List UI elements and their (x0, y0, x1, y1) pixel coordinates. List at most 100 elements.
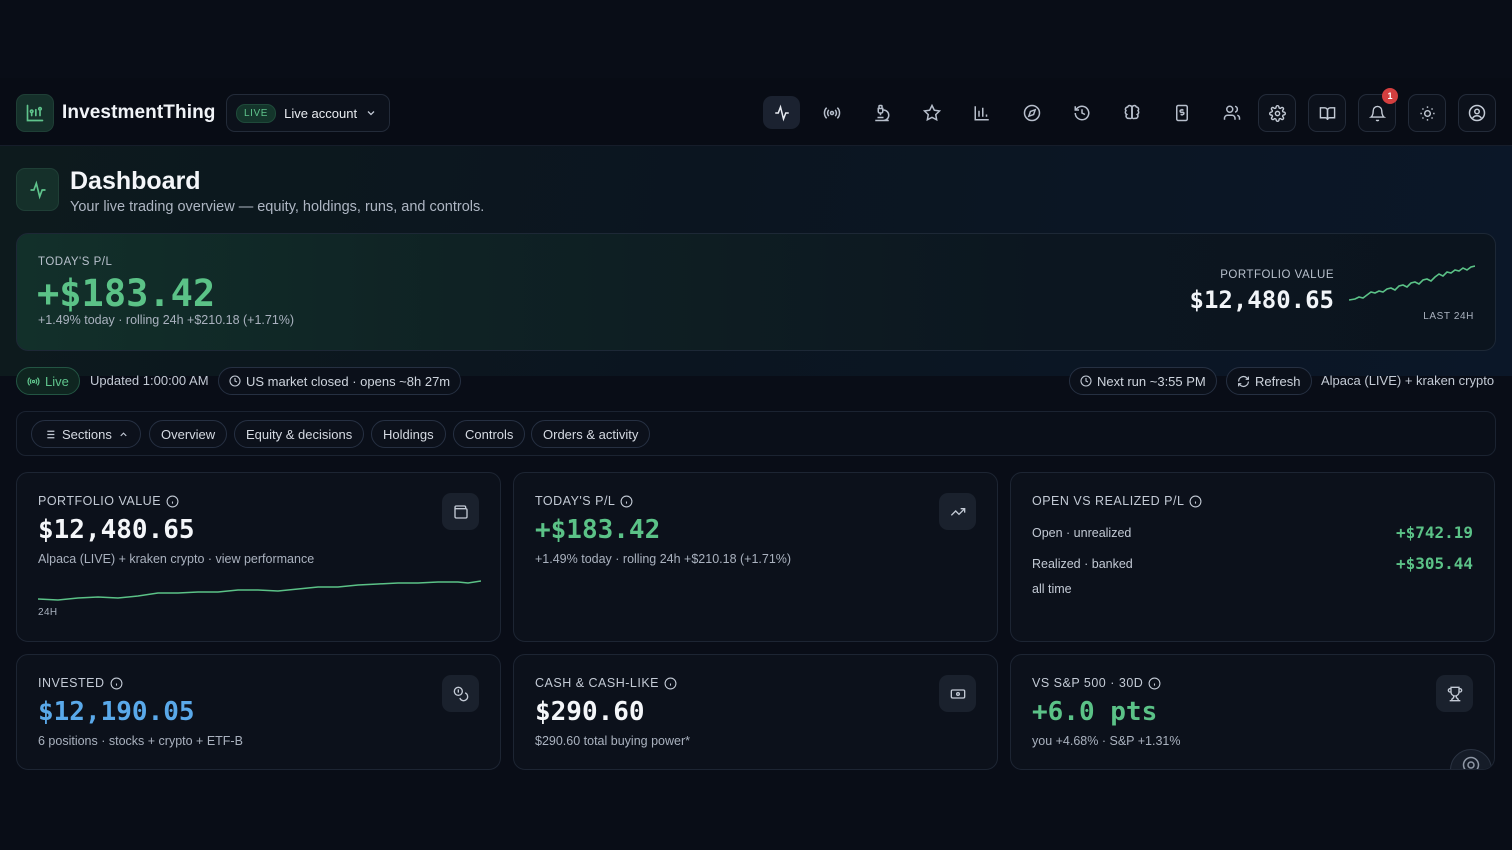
realized-banked-label: Realized · banked (1032, 557, 1133, 571)
bell-icon (1368, 105, 1386, 121)
notification-count-badge: 1 (1382, 88, 1398, 104)
account-label: Live account (284, 105, 358, 121)
section-link-holdings[interactable]: Holdings (371, 420, 446, 448)
profile-button[interactable] (1458, 94, 1496, 132)
card-label-text: TODAY'S P/L (535, 494, 616, 508)
sun-icon (1419, 105, 1435, 121)
activity-icon[interactable] (763, 96, 800, 129)
settings-button[interactable] (1258, 94, 1296, 132)
next-run-chip: Next run ~3:55 PM (1069, 367, 1217, 395)
info-icon[interactable] (110, 677, 123, 690)
star-icon[interactable] (913, 96, 950, 129)
info-icon[interactable] (664, 677, 677, 690)
portfolio-value-card[interactable]: PORTFOLIO VALUE $12,480.65 Alpaca (LIVE)… (16, 472, 501, 642)
app-name[interactable]: InvestmentThing (62, 102, 216, 124)
chevron-up-icon (120, 431, 127, 436)
portfolio-sparkline (1349, 265, 1475, 301)
account-switcher[interactable]: LIVE Live account (226, 94, 390, 132)
today-pl-subtext: +1.49% today · rolling 24h +$210.18 (+1.… (535, 552, 792, 566)
eye-icon (1462, 756, 1480, 769)
section-link-controls[interactable]: Controls (453, 420, 526, 448)
broadcast-icon[interactable] (813, 96, 850, 129)
users-icon[interactable] (1213, 96, 1250, 129)
open-unrealized-value: +$742.19 (1395, 523, 1473, 542)
vs-sp500-subtext: you +4.68% · S&P +1.31% (1032, 734, 1181, 748)
docs-button[interactable] (1308, 94, 1346, 132)
history-icon[interactable] (1063, 96, 1100, 129)
chevron-down-icon (365, 107, 377, 119)
info-icon[interactable] (1189, 495, 1202, 508)
activity-icon (30, 180, 45, 199)
card-label: VS S&P 500 · 30D (1032, 676, 1161, 690)
info-icon[interactable] (166, 495, 179, 508)
next-run-label: Next run ~3:55 PM (1097, 373, 1206, 389)
section-link-equity-decisions[interactable]: Equity & decisions (234, 420, 365, 448)
broker-label: Alpaca (LIVE) + kraken crypto (1321, 373, 1495, 388)
live-status-label: Live (45, 373, 69, 389)
today-pl-card[interactable]: TODAY'S P/L +$183.42 +1.49% today · roll… (513, 472, 998, 642)
card-label-text: INVESTED (38, 676, 105, 690)
cash-subtext: $290.60 total buying power* (535, 734, 690, 748)
card-label-text: CASH & CASH-LIKE (535, 676, 660, 690)
hero-portfolio-value: $12,480.65 (1189, 286, 1335, 314)
trophy-icon (1436, 675, 1473, 712)
top-bar: InvestmentThing LIVE Live account 1 (0, 78, 1512, 146)
invested-card[interactable]: INVESTED $12,190.05 6 positions · stocks… (16, 654, 501, 770)
sections-toggle-button[interactable]: Sections (31, 420, 141, 448)
coins-icon (442, 675, 479, 712)
hero-portfolio-label: PORTFOLIO VALUE (1220, 269, 1334, 281)
section-link-orders-activity[interactable]: Orders & activity (531, 420, 651, 448)
sections-toggle-label: Sections (62, 426, 112, 442)
page-icon (16, 168, 59, 211)
card-label: CASH & CASH-LIKE (535, 676, 677, 690)
refresh-button[interactable]: Refresh (1226, 367, 1312, 395)
floating-action-button[interactable] (1450, 749, 1492, 769)
portfolio-subtext[interactable]: Alpaca (LIVE) + kraken crypto · view per… (38, 552, 314, 566)
portfolio-24h-sparkline (38, 580, 481, 601)
vs-sp500-card[interactable]: VS S&P 500 · 30D +6.0 pts you +4.68% · S… (1010, 654, 1495, 770)
cash-value: $290.60 (535, 697, 645, 727)
live-status-chip[interactable]: Live (16, 367, 80, 395)
notifications-button[interactable]: 1 (1358, 88, 1398, 132)
period-label: all time (1032, 582, 1072, 596)
today-pl-hero-card: TODAY'S P/L +$183.42 +1.49% today · roll… (16, 233, 1496, 351)
cash-card[interactable]: CASH & CASH-LIKE $290.60 $290.60 total b… (513, 654, 998, 770)
brain-icon[interactable] (1113, 96, 1150, 129)
realized-banked-value: +$305.44 (1395, 554, 1473, 573)
card-label-text: VS S&P 500 · 30D (1032, 676, 1144, 690)
hero-pl-subtext: +1.49% today · rolling 24h +$210.18 (+1.… (38, 313, 295, 327)
hero-period-label: LAST 24H (1423, 311, 1474, 322)
info-icon[interactable] (620, 495, 633, 508)
open-vs-realized-card[interactable]: OPEN VS REALIZED P/L Open · unrealized +… (1010, 472, 1495, 642)
today-pl-value: +$183.42 (535, 515, 661, 545)
section-link-overview[interactable]: Overview (149, 420, 228, 448)
theme-toggle-button[interactable] (1408, 94, 1446, 132)
updated-time: Updated 1:00:00 AM (90, 373, 209, 388)
info-icon[interactable] (1148, 677, 1161, 690)
market-status-chip: US market closed · opens ~8h 27m (218, 367, 462, 395)
utility-buttons: 1 (1258, 88, 1496, 132)
invested-value: $12,190.05 (38, 697, 195, 727)
card-label: PORTFOLIO VALUE (38, 494, 179, 508)
page-title: Dashboard (70, 167, 201, 195)
logo-icon (26, 104, 44, 122)
app-logo[interactable] (16, 94, 54, 132)
invested-subtext: 6 positions · stocks + crypto + ETF-B (38, 734, 243, 748)
refresh-label: Refresh (1255, 373, 1301, 389)
receipt-dollar-icon[interactable] (1163, 96, 1200, 129)
hero-pl-value: +$183.42 (37, 272, 216, 315)
banknote-icon (939, 675, 976, 712)
wallet-icon (442, 493, 479, 530)
hero-pl-label: TODAY'S P/L (38, 256, 113, 268)
market-status-label: US market closed · opens ~8h 27m (246, 373, 451, 389)
compass-icon[interactable] (1013, 96, 1050, 129)
status-row: Live Updated 1:00:00 AM US market closed… (16, 367, 1496, 395)
bar-chart-icon[interactable] (963, 96, 1000, 129)
card-label: TODAY'S P/L (535, 494, 633, 508)
card-label: OPEN VS REALIZED P/L (1032, 494, 1202, 508)
clock-icon (229, 375, 241, 387)
microscope-icon[interactable] (863, 96, 900, 129)
card-label: INVESTED (38, 676, 123, 690)
portfolio-sparkline-period: 24H (38, 607, 58, 618)
live-badge: LIVE (236, 103, 277, 123)
